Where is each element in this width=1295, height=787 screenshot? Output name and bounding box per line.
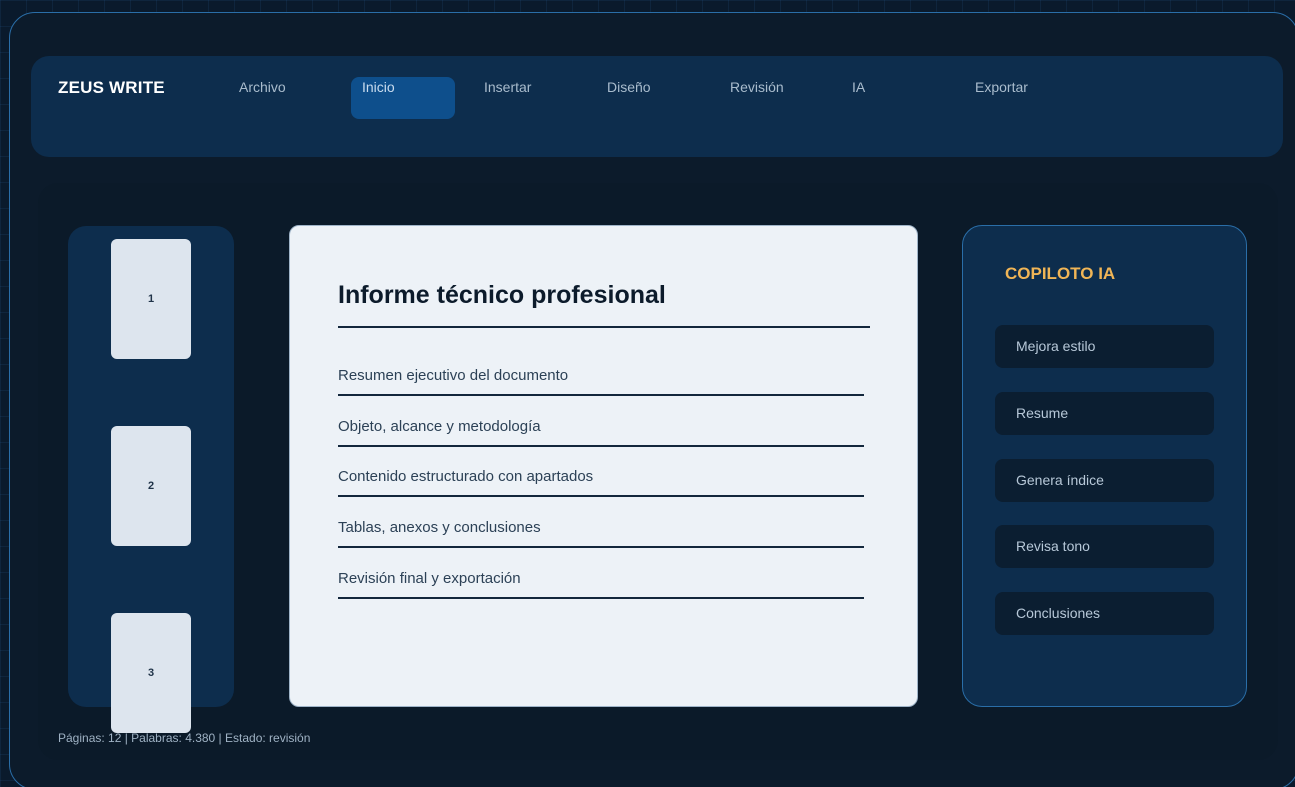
summarize-button[interactable]: Resume <box>995 392 1214 435</box>
generate-index-button[interactable]: Genera índice <box>995 459 1214 502</box>
improve-style-button[interactable]: Mejora estilo <box>995 325 1214 368</box>
menu-insertar[interactable]: Insertar <box>484 79 531 95</box>
document-line[interactable]: Objeto, alcance y metodología <box>338 418 864 447</box>
document-line[interactable]: Resumen ejecutivo del documento <box>338 367 864 396</box>
menu-revision[interactable]: Revisión <box>730 79 784 95</box>
page-number: 2 <box>147 480 155 492</box>
top-ribbon <box>31 56 1283 157</box>
menu-diseno[interactable]: Diseño <box>607 79 651 95</box>
app-brand: ZEUS WRITE <box>58 78 165 97</box>
document-line[interactable]: Tablas, anexos y conclusiones <box>338 519 864 548</box>
page-number: 1 <box>147 293 155 305</box>
menu-exportar[interactable]: Exportar <box>975 79 1028 95</box>
document-title: Informe técnico profesional <box>338 281 666 309</box>
status-bar: Páginas: 12 | Palabras: 4.380 | Estado: … <box>58 731 311 745</box>
menu-inicio[interactable]: Inicio <box>362 79 395 95</box>
copilot-panel: COPILOTO IA Mejora estilo Resume Genera … <box>962 225 1247 707</box>
copilot-title: COPILOTO IA <box>1005 264 1116 283</box>
document-line[interactable]: Revisión final y exportación <box>338 570 864 599</box>
page-thumbnail-2[interactable]: 2 <box>111 426 191 546</box>
menu-ia[interactable]: IA <box>852 79 865 95</box>
conclusions-button[interactable]: Conclusiones <box>995 592 1214 635</box>
page-number: 3 <box>147 667 155 679</box>
menu-archivo[interactable]: Archivo <box>239 79 286 95</box>
title-divider <box>338 326 870 328</box>
page-thumbnail-3[interactable]: 3 <box>111 613 191 733</box>
document-line[interactable]: Contenido estructurado con apartados <box>338 468 864 497</box>
page-thumbnail-1[interactable]: 1 <box>111 239 191 359</box>
review-tone-button[interactable]: Revisa tono <box>995 525 1214 568</box>
document-page[interactable]: Informe técnico profesional Resumen ejec… <box>289 225 918 707</box>
